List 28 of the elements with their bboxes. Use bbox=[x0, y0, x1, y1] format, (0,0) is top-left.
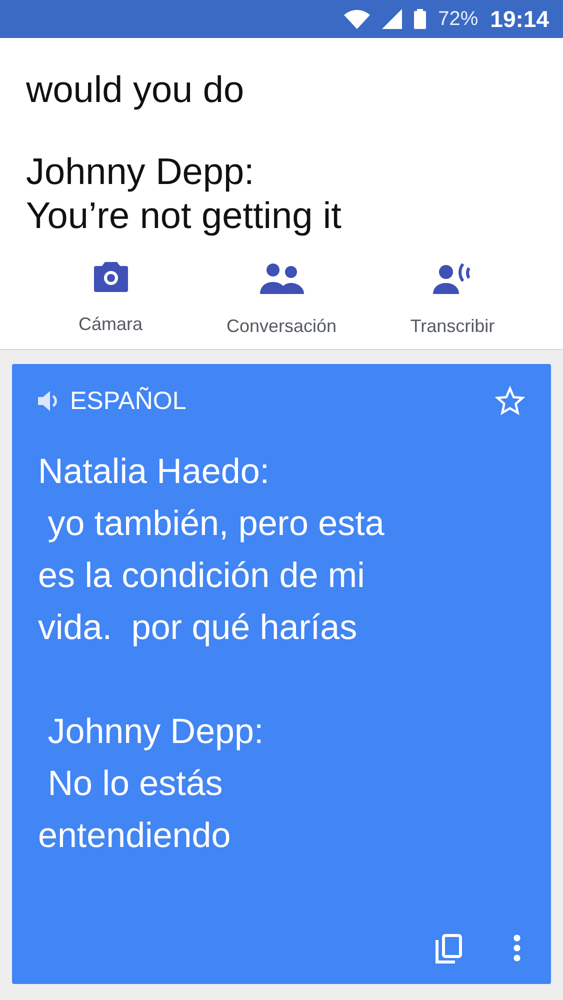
camera-icon bbox=[94, 262, 128, 292]
mode-button[interactable]: Conversación bbox=[196, 258, 367, 341]
translation-text-line: Johnny Depp: bbox=[46, 711, 264, 753]
star-button[interactable] bbox=[495, 386, 525, 416]
copy-button[interactable] bbox=[435, 934, 463, 964]
translation-text-line: es la condición de mi bbox=[38, 555, 365, 597]
translation-text-line: entendiendo bbox=[38, 815, 231, 857]
signal-icon bbox=[382, 9, 402, 29]
source-text-line: You’re not getting it bbox=[26, 194, 342, 238]
wifi-icon bbox=[344, 9, 370, 29]
language-speak-button[interactable]: ESPAÑOL bbox=[38, 386, 186, 416]
translation-text-line: No lo estás bbox=[46, 763, 223, 805]
star-icon bbox=[495, 386, 525, 416]
clock-time: 19:14 bbox=[490, 6, 549, 32]
more-button[interactable] bbox=[513, 934, 521, 964]
translation-text-line: vida. por qué harías bbox=[38, 607, 358, 649]
copy-icon bbox=[435, 934, 463, 964]
source-text-line: Johnny Depp: bbox=[26, 150, 254, 194]
battery-icon bbox=[414, 9, 426, 29]
mode-button[interactable]: Cámara bbox=[25, 258, 196, 341]
people-icon bbox=[260, 262, 304, 294]
mode-button[interactable]: Transcribir bbox=[367, 258, 538, 341]
person-speaking-icon bbox=[432, 262, 472, 294]
battery-percent: 72% bbox=[438, 8, 478, 30]
source-text-line: would you do bbox=[26, 68, 244, 112]
translation-text-line: yo también, pero esta bbox=[46, 503, 384, 545]
more-icon bbox=[513, 934, 521, 962]
translation-text-line: Natalia Haedo: bbox=[38, 451, 270, 493]
